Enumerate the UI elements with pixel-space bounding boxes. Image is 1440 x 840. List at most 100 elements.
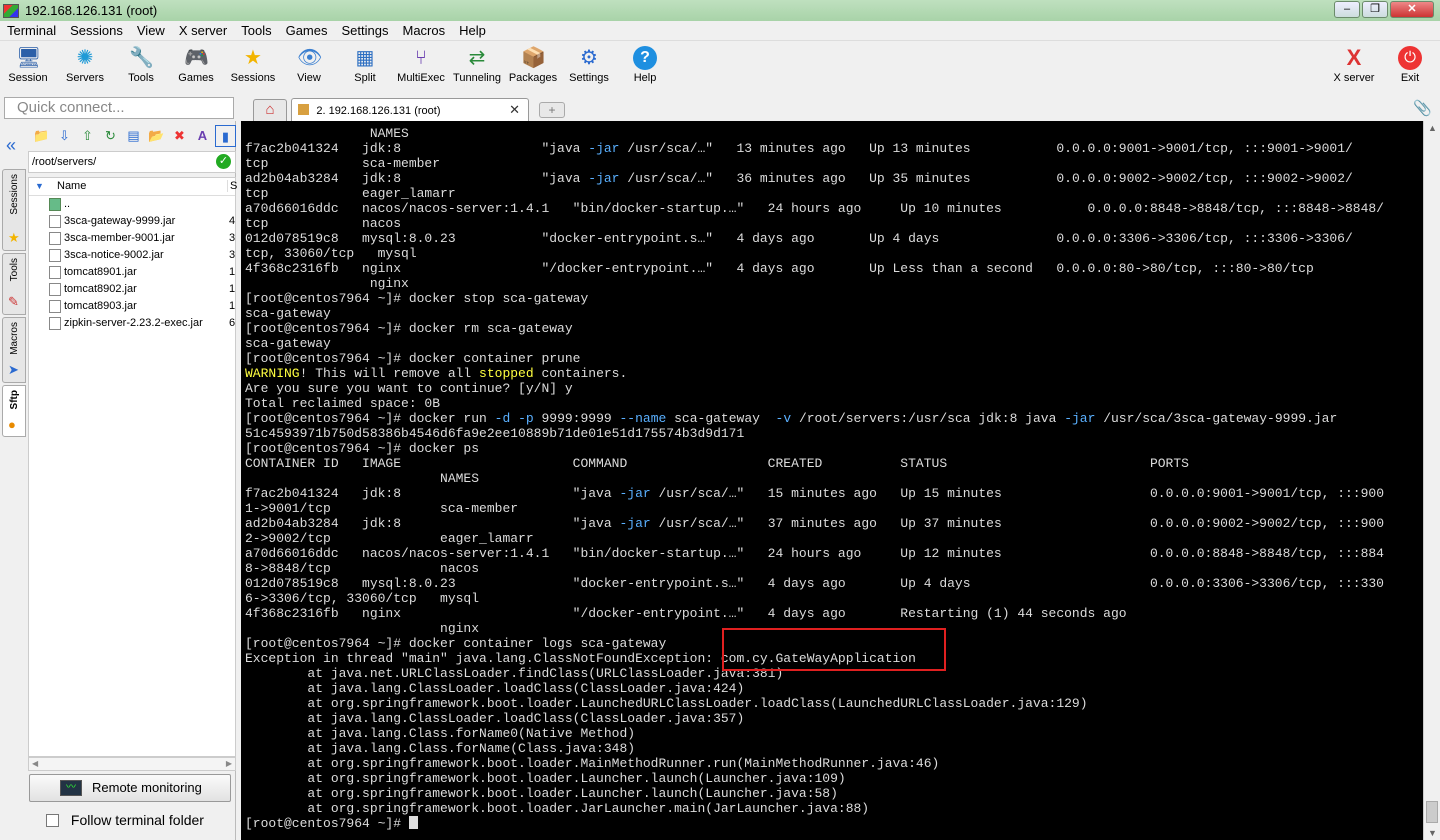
tab-label: 2. 192.168.126.131 (root): [316, 105, 441, 117]
file-row[interactable]: tomcat8903.jar 1: [29, 298, 235, 315]
multiexec-button[interactable]: ⑂ MultiExec: [393, 41, 449, 93]
follow-terminal-folder: Follow terminal folder: [46, 812, 204, 828]
terminal-line: tcp sca-member: [245, 156, 441, 171]
terminal-line: tcp, 33060/tcp mysql: [245, 246, 417, 261]
terminal-line: [root@centos7964 ~]#: [245, 816, 1384, 831]
menu-tools[interactable]: Tools: [234, 23, 278, 38]
scroll-left-icon[interactable]: ◀: [32, 759, 38, 768]
file-icon: [49, 266, 61, 279]
split-button[interactable]: ▦ Split: [337, 41, 393, 93]
monitor-icon: 〰: [60, 780, 82, 796]
help-button[interactable]: ? Help: [617, 41, 673, 93]
sftp-horizontal-scrollbar[interactable]: ◀ ▶: [28, 757, 236, 771]
sort-arrow-icon[interactable]: ▼: [35, 181, 44, 191]
terminal-vertical-scrollbar[interactable]: ▲ ▼: [1423, 121, 1440, 840]
games-button[interactable]: 🎮 Games: [168, 41, 224, 93]
packages-button[interactable]: 📦 Packages: [505, 41, 561, 93]
tunneling-button[interactable]: ⇄ Tunneling: [449, 41, 505, 93]
sessions-button[interactable]: ★ Sessions: [225, 41, 281, 93]
tools-button[interactable]: 🔧 Tools: [113, 41, 169, 93]
terminal-line: at org.springframework.boot.loader.Launc…: [245, 696, 1088, 711]
terminal-line: sca-gateway: [245, 336, 331, 351]
refresh-icon[interactable]: ↻: [100, 125, 121, 147]
file-icon: [49, 215, 61, 228]
file-row[interactable]: 3sca-member-9001.jar 3: [29, 230, 235, 247]
side-tab-sessions[interactable]: Sessions ★: [2, 169, 26, 251]
remote-monitoring-button[interactable]: 〰 Remote monitoring: [29, 774, 231, 802]
menu-sessions[interactable]: Sessions: [63, 23, 130, 38]
terminal-view[interactable]: NAMES f7ac2b041324 jdk:8 "java -jar /usr/…: [241, 121, 1423, 840]
side-tab-sftp[interactable]: Sftp ●: [2, 385, 26, 437]
file-row-parent[interactable]: ..: [29, 196, 235, 213]
follow-terminal-checkbox[interactable]: [46, 814, 59, 827]
menu-x-server[interactable]: X server: [172, 23, 234, 38]
terminal-tab-icon: [298, 104, 309, 115]
scrollbar-thumb[interactable]: [1426, 801, 1438, 823]
terminal-cursor: [408, 816, 418, 829]
view-button[interactable]: 👁 View: [281, 41, 337, 93]
session-button[interactable]: 🖥 Session: [0, 41, 56, 93]
rename-icon[interactable]: A: [192, 125, 213, 147]
menu-settings[interactable]: Settings: [335, 23, 396, 38]
file-row[interactable]: tomcat8902.jar 1: [29, 281, 235, 298]
terminal-line: [root@centos7964 ~]# docker run -d -p 99…: [245, 411, 1338, 426]
close-window-button[interactable]: ✕: [1390, 1, 1434, 18]
tab-session-2[interactable]: 2. 192.168.126.131 (root) ✕: [291, 98, 529, 121]
maximize-button[interactable]: ❐: [1362, 1, 1388, 18]
settings-button[interactable]: ⚙ Settings: [561, 41, 617, 93]
file-icon: [49, 283, 61, 296]
checkmark-icon[interactable]: ✓: [216, 154, 231, 169]
download-icon[interactable]: ⇩: [54, 125, 75, 147]
minimize-button[interactable]: –: [1334, 1, 1360, 18]
terminal-line: 1->9001/tcp sca-member: [245, 501, 519, 516]
file-list-header: ▼ Name S: [29, 178, 237, 196]
terminal-line: [root@centos7964 ~]# docker ps: [245, 441, 480, 456]
file-row[interactable]: 3sca-gateway-9999.jar 4: [29, 213, 235, 230]
file-row[interactable]: zipkin-server-2.23.2-exec.jar 6: [29, 315, 235, 332]
toggle-hidden-icon[interactable]: ▮: [215, 125, 236, 147]
column-size[interactable]: S: [227, 180, 237, 192]
close-tab-icon[interactable]: ✕: [509, 99, 520, 121]
sftp-path-input[interactable]: /root/servers/ ✓: [28, 151, 236, 173]
attach-icon[interactable]: 📎: [1413, 99, 1432, 117]
quick-connect-input[interactable]: Quick connect...: [4, 97, 234, 119]
menu-help[interactable]: Help: [452, 23, 493, 38]
scroll-up-icon[interactable]: ▲: [1428, 123, 1437, 133]
parent-folder-icon[interactable]: 📁: [31, 125, 52, 147]
menu-macros[interactable]: Macros: [395, 23, 452, 38]
scroll-right-icon[interactable]: ▶: [226, 759, 232, 768]
upload-icon[interactable]: ⇧: [77, 125, 98, 147]
tools-icon: 🔧: [129, 47, 154, 69]
terminal-line: tcp eager_lamarr: [245, 186, 456, 201]
terminal-line: at java.lang.ClassLoader.loadClass(Class…: [245, 711, 745, 726]
scroll-down-icon[interactable]: ▼: [1428, 828, 1437, 838]
sftp-icon: ●: [8, 417, 16, 432]
new-file-icon[interactable]: ▤: [123, 125, 144, 147]
new-folder-icon[interactable]: 📂: [146, 125, 167, 147]
collapse-chevron-icon[interactable]: «: [6, 135, 16, 156]
terminal-line: sca-gateway: [245, 306, 331, 321]
terminal-output: NAMES f7ac2b041324 jdk:8 "java -jar /usr/…: [245, 126, 1384, 831]
terminal-line: f7ac2b041324 jdk:8 "java -jar /usr/sca/……: [245, 141, 1353, 156]
home-tab[interactable]: ⌂: [253, 99, 287, 121]
exit-button[interactable]: ⏻ Exit: [1382, 41, 1438, 93]
main-toolbar: 🖥 Session ✺ Servers 🔧 Tools 🎮 Games ★ Se…: [0, 41, 1440, 93]
terminal-line: NAMES: [245, 126, 409, 141]
new-tab-button[interactable]: +: [539, 102, 565, 118]
file-row[interactable]: tomcat8901.jar 1: [29, 264, 235, 281]
window-controls: – ❐ ✕: [1334, 1, 1434, 18]
terminal-line: at org.springframework.boot.loader.Launc…: [245, 771, 846, 786]
delete-icon[interactable]: ✖: [169, 125, 190, 147]
column-name[interactable]: Name: [57, 180, 86, 192]
menu-terminal[interactable]: Terminal: [0, 23, 63, 38]
terminal-line: Are you sure you want to continue? [y/N]…: [245, 381, 573, 396]
side-tab-macros[interactable]: Macros ➤: [2, 317, 26, 383]
side-tab-tools[interactable]: Tools ✎: [2, 253, 26, 315]
menu-view[interactable]: View: [130, 23, 172, 38]
file-row[interactable]: 3sca-notice-9002.jar 3: [29, 247, 235, 264]
terminal-line: at java.lang.Class.forName(Class.java:34…: [245, 741, 636, 756]
servers-button[interactable]: ✺ Servers: [57, 41, 113, 93]
menu-games[interactable]: Games: [279, 23, 335, 38]
sftp-panel: 📁 ⇩ ⇧ ↻ ▤ 📂 ✖ A ▮ /root/servers/ ✓ ▼ Nam…: [28, 121, 237, 840]
x-server-button[interactable]: X X server: [1326, 41, 1382, 93]
